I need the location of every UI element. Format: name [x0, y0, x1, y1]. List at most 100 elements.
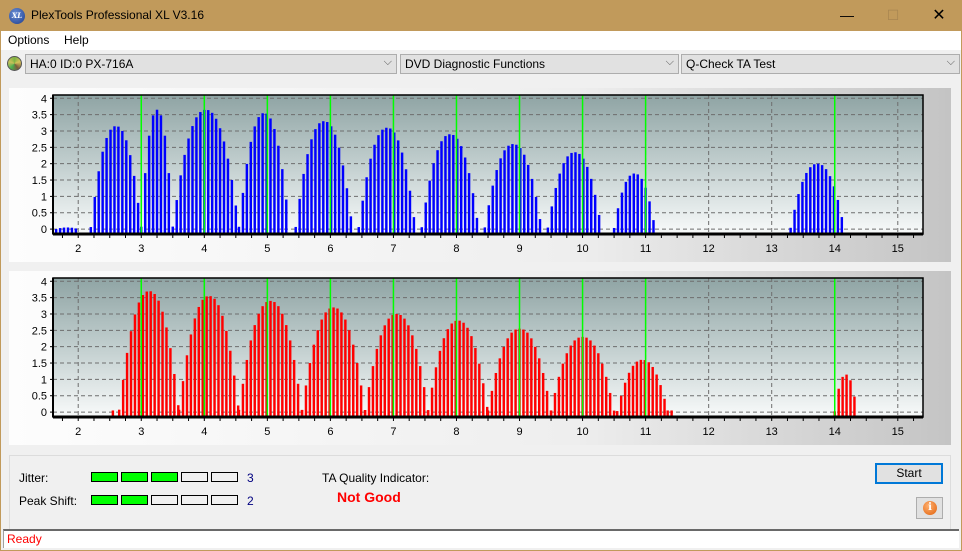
bar [467, 173, 471, 234]
bar [487, 205, 491, 234]
bar [210, 112, 214, 234]
function-select[interactable]: DVD Diagnostic Functions ⌵ [400, 54, 679, 74]
main-window: Options Help HA:0 ID:0 PX-716A ⌵ DVD Dia… [1, 31, 961, 550]
bar [586, 166, 589, 234]
menu-help[interactable]: Help [64, 33, 89, 47]
bar [230, 179, 234, 234]
bar [379, 335, 383, 417]
bar [143, 173, 147, 234]
bar [639, 359, 643, 417]
minimize-button[interactable]: — [824, 0, 870, 31]
close-button[interactable]: ✕ [916, 0, 962, 31]
bar [655, 374, 658, 417]
chevron-down-icon: ⌵ [946, 56, 955, 68]
bar [237, 226, 241, 234]
test-select[interactable]: Q-Check TA Test ⌵ [681, 54, 960, 74]
bar [189, 334, 193, 417]
bar [499, 158, 502, 234]
bar [801, 181, 804, 234]
start-button[interactable]: Start [875, 463, 943, 484]
bar [558, 173, 561, 234]
app-logo-icon: XL [9, 8, 25, 24]
bar [269, 300, 272, 417]
bar [597, 353, 600, 417]
bar [462, 322, 465, 417]
bar [221, 315, 224, 417]
meter-segment [151, 472, 178, 482]
y-tick-label: 4 [41, 276, 47, 288]
bar [459, 146, 463, 234]
bar [209, 296, 212, 417]
y-tick-label: 3 [41, 309, 47, 321]
bar [257, 117, 260, 234]
bar [562, 163, 565, 234]
bar [304, 385, 308, 417]
maximize-button[interactable]: ☐ [870, 0, 916, 31]
bar [589, 340, 592, 417]
bar [482, 383, 485, 417]
bar [491, 185, 494, 234]
bar [281, 313, 284, 417]
info-button[interactable]: i [916, 497, 943, 519]
x-tick-label: 10 [576, 243, 588, 255]
bar [222, 141, 226, 234]
x-tick-label: 12 [703, 243, 715, 255]
bar [365, 177, 368, 234]
bar [648, 201, 651, 234]
bar [355, 363, 359, 417]
bar [171, 226, 175, 234]
bar [151, 115, 155, 234]
bar [434, 367, 438, 417]
bar [422, 387, 426, 417]
window-title: PlexTools Professional XL V3.16 [31, 8, 204, 22]
bar [793, 209, 796, 234]
y-tick-label: 0.5 [32, 391, 47, 403]
menu-options[interactable]: Options [8, 33, 49, 47]
bar [407, 325, 410, 417]
bar [111, 410, 115, 417]
bar [450, 323, 453, 417]
drive-select[interactable]: HA:0 ID:0 PX-716A ⌵ [25, 54, 397, 74]
bar [300, 410, 304, 417]
x-tick-label: 15 [892, 426, 904, 438]
bar [853, 396, 856, 417]
x-tick-label: 2 [75, 243, 81, 255]
bar [430, 387, 434, 417]
meter-segment [151, 495, 178, 505]
bar [121, 379, 125, 417]
bar [816, 163, 820, 234]
bar [569, 345, 572, 417]
x-tick-label: 10 [576, 426, 588, 438]
peak-shift-label: Peak Shift: [19, 494, 78, 508]
bar [383, 325, 386, 417]
bar [809, 167, 812, 234]
bar [490, 390, 494, 417]
bar [249, 141, 253, 234]
x-tick-label: 3 [138, 426, 144, 438]
bar [475, 217, 479, 234]
bar [161, 311, 164, 417]
bar [628, 175, 632, 234]
bar [308, 363, 312, 417]
bar [820, 165, 824, 234]
bar [369, 158, 372, 234]
bar [514, 329, 517, 417]
bar [213, 298, 216, 417]
bar [337, 147, 341, 234]
bar [340, 312, 343, 417]
bar [845, 374, 848, 417]
bar [498, 358, 502, 417]
chevron-down-icon: ⌵ [383, 56, 392, 68]
bar [137, 302, 141, 417]
bar [363, 410, 367, 417]
bar [446, 329, 450, 417]
bar [207, 110, 210, 234]
bar [149, 291, 152, 417]
bar [183, 154, 186, 234]
meter-segment [211, 495, 238, 505]
bar [105, 137, 108, 234]
bar [245, 163, 249, 234]
y-tick-label: 0 [41, 407, 47, 419]
bar [218, 128, 222, 234]
bar [620, 192, 624, 234]
